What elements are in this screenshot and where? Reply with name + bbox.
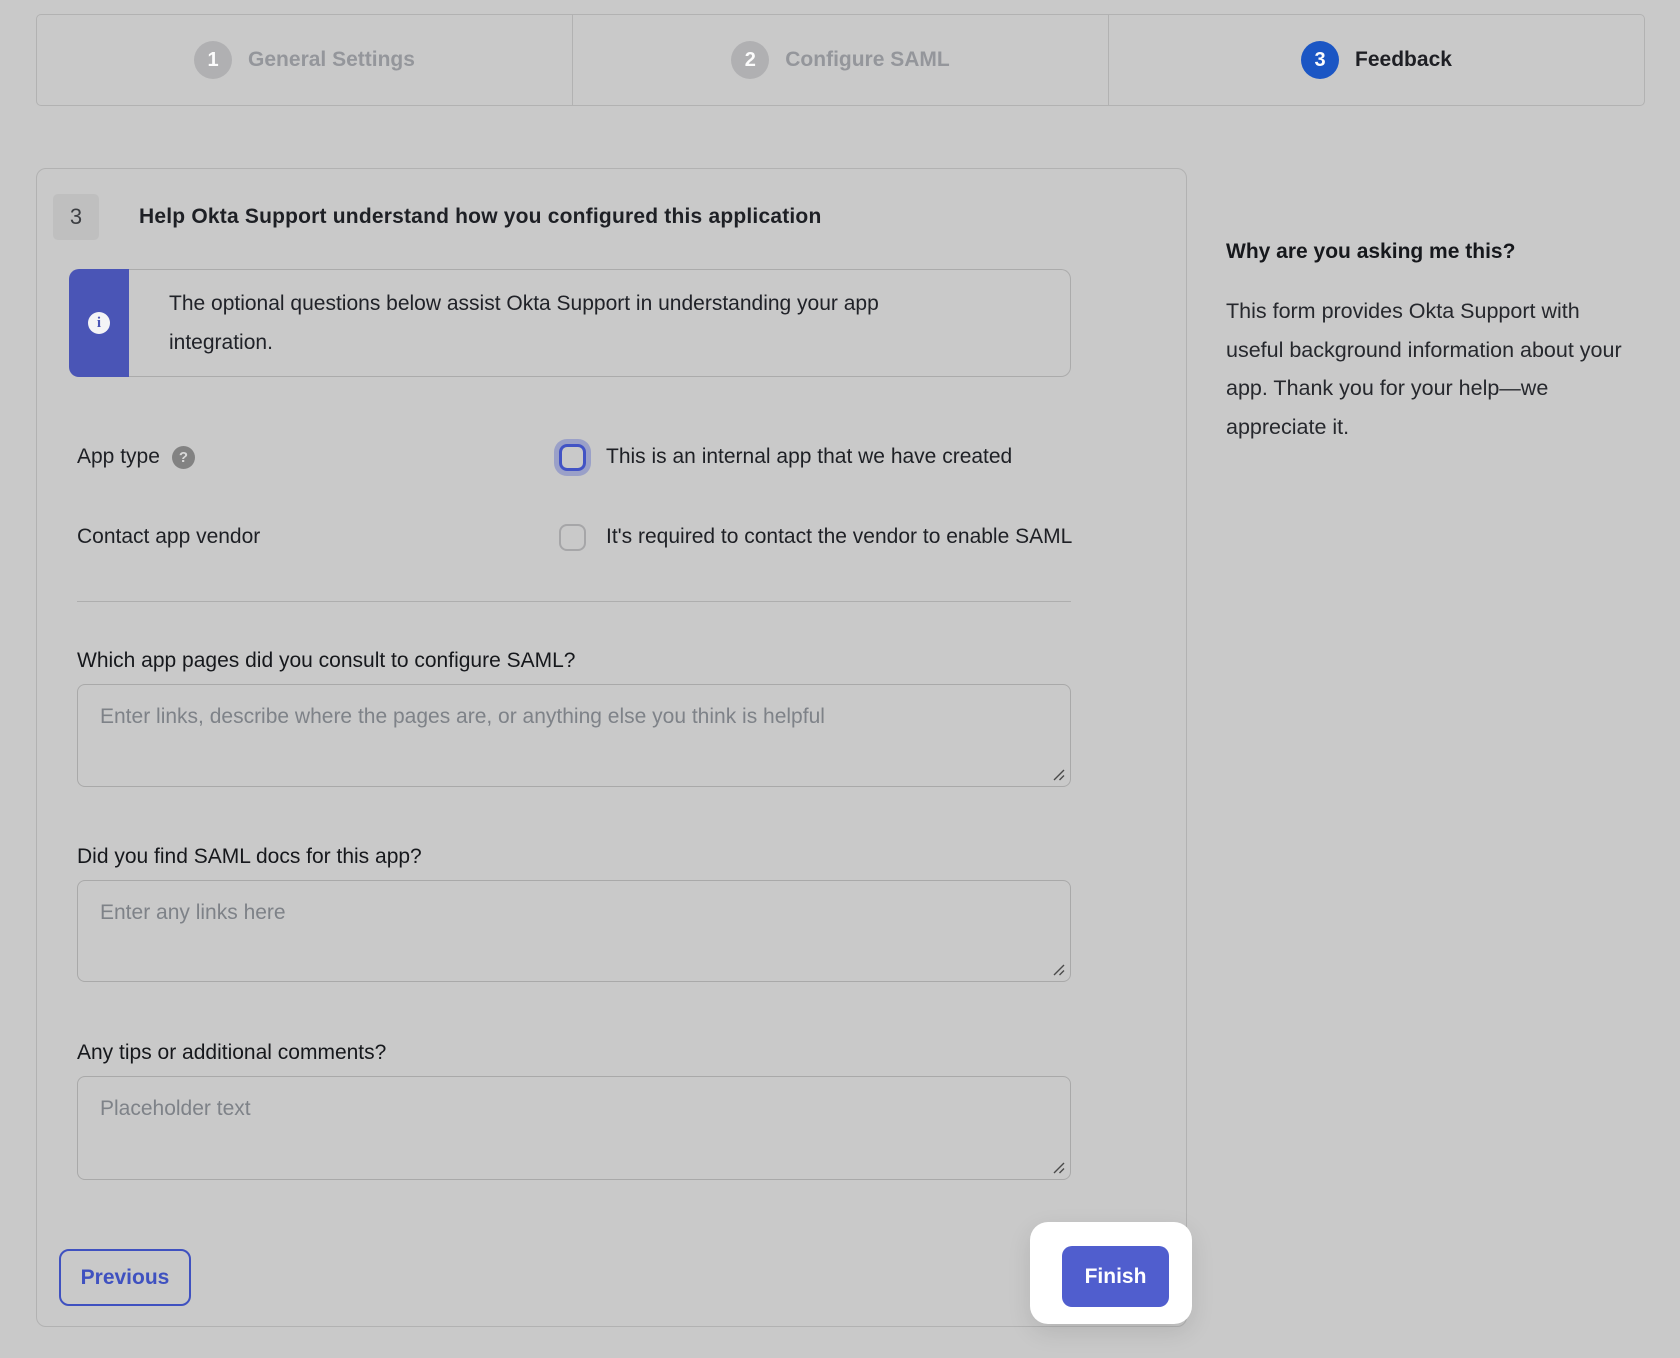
tab-feedback-label: Feedback	[1355, 48, 1452, 72]
section-divider	[77, 601, 1071, 602]
app-type-row: App type ? This is an internal app that …	[77, 437, 1077, 477]
info-banner: i The optional questions below assist Ok…	[69, 269, 1071, 377]
help-sidebar: Why are you asking me this? This form pr…	[1226, 240, 1646, 446]
app-type-label: App type ?	[77, 445, 195, 469]
info-banner-accent: i	[69, 269, 129, 377]
wizard-stepper: 1 General Settings 2 Configure SAML 3 Fe…	[36, 14, 1645, 106]
tab-configure-saml[interactable]: 2 Configure SAML	[572, 15, 1108, 105]
question-2-label: Did you find SAML docs for this app?	[77, 845, 422, 869]
contact-vendor-option: It's required to contact the vendor to e…	[559, 524, 1072, 551]
info-banner-body: The optional questions below assist Okta…	[129, 269, 1071, 377]
app-type-checkbox[interactable]	[559, 444, 586, 471]
app-type-label-text: App type	[77, 445, 160, 469]
contact-vendor-checkbox[interactable]	[559, 524, 586, 551]
step-3-circle: 3	[1301, 41, 1339, 79]
question-1-label: Which app pages did you consult to confi…	[77, 649, 575, 673]
info-banner-text: The optional questions below assist Okta…	[169, 284, 959, 362]
info-icon: i	[88, 312, 110, 334]
question-3-textarea[interactable]	[77, 1076, 1071, 1180]
app-type-option: This is an internal app that we have cre…	[559, 444, 1012, 471]
step-title: Help Okta Support understand how you con…	[139, 205, 822, 229]
contact-vendor-label-text: Contact app vendor	[77, 525, 260, 549]
question-3-label: Any tips or additional comments?	[77, 1041, 386, 1065]
help-icon[interactable]: ?	[172, 446, 195, 469]
finish-button-spotlight: Finish	[1030, 1222, 1192, 1324]
tab-general-settings-label: General Settings	[248, 48, 415, 72]
app-type-option-label: This is an internal app that we have cre…	[606, 445, 1012, 469]
question-1-field-wrap	[77, 684, 1071, 787]
contact-vendor-label: Contact app vendor	[77, 525, 260, 549]
sidebar-heading: Why are you asking me this?	[1226, 240, 1646, 264]
feedback-form-card: 3 Help Okta Support understand how you c…	[36, 168, 1187, 1327]
page: 1 General Settings 2 Configure SAML 3 Fe…	[0, 0, 1680, 1358]
finish-button[interactable]: Finish	[1062, 1246, 1169, 1307]
question-2-textarea[interactable]	[77, 880, 1071, 982]
sidebar-body-text: This form provides Okta Support with use…	[1226, 292, 1628, 446]
contact-vendor-option-label: It's required to contact the vendor to e…	[606, 525, 1072, 549]
tab-feedback[interactable]: 3 Feedback	[1108, 15, 1644, 105]
question-1-textarea[interactable]	[77, 684, 1071, 787]
step-2-circle: 2	[731, 41, 769, 79]
tab-configure-saml-label: Configure SAML	[785, 48, 949, 72]
question-2-field-wrap	[77, 880, 1071, 982]
step-1-circle: 1	[194, 41, 232, 79]
step-header: 3 Help Okta Support understand how you c…	[53, 194, 822, 240]
contact-vendor-row: Contact app vendor It's required to cont…	[77, 517, 1077, 557]
step-number-badge: 3	[53, 194, 99, 240]
previous-button[interactable]: Previous	[59, 1249, 191, 1306]
tab-general-settings[interactable]: 1 General Settings	[37, 15, 572, 105]
question-3-field-wrap	[77, 1076, 1071, 1180]
